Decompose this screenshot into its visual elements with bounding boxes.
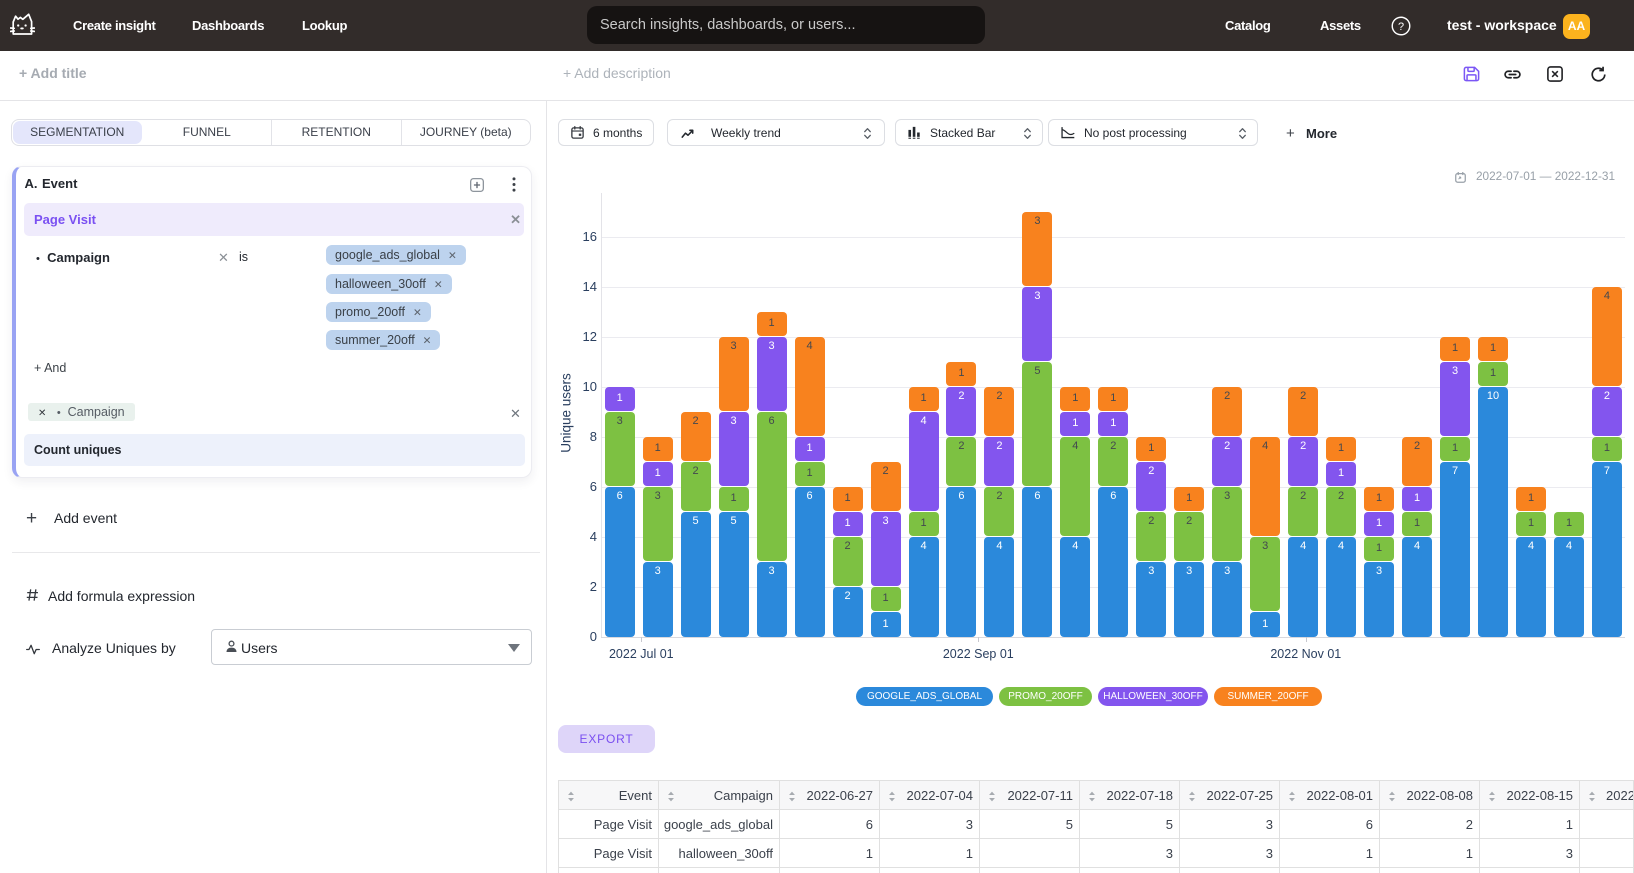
svg-text:?: ?	[1398, 21, 1404, 33]
